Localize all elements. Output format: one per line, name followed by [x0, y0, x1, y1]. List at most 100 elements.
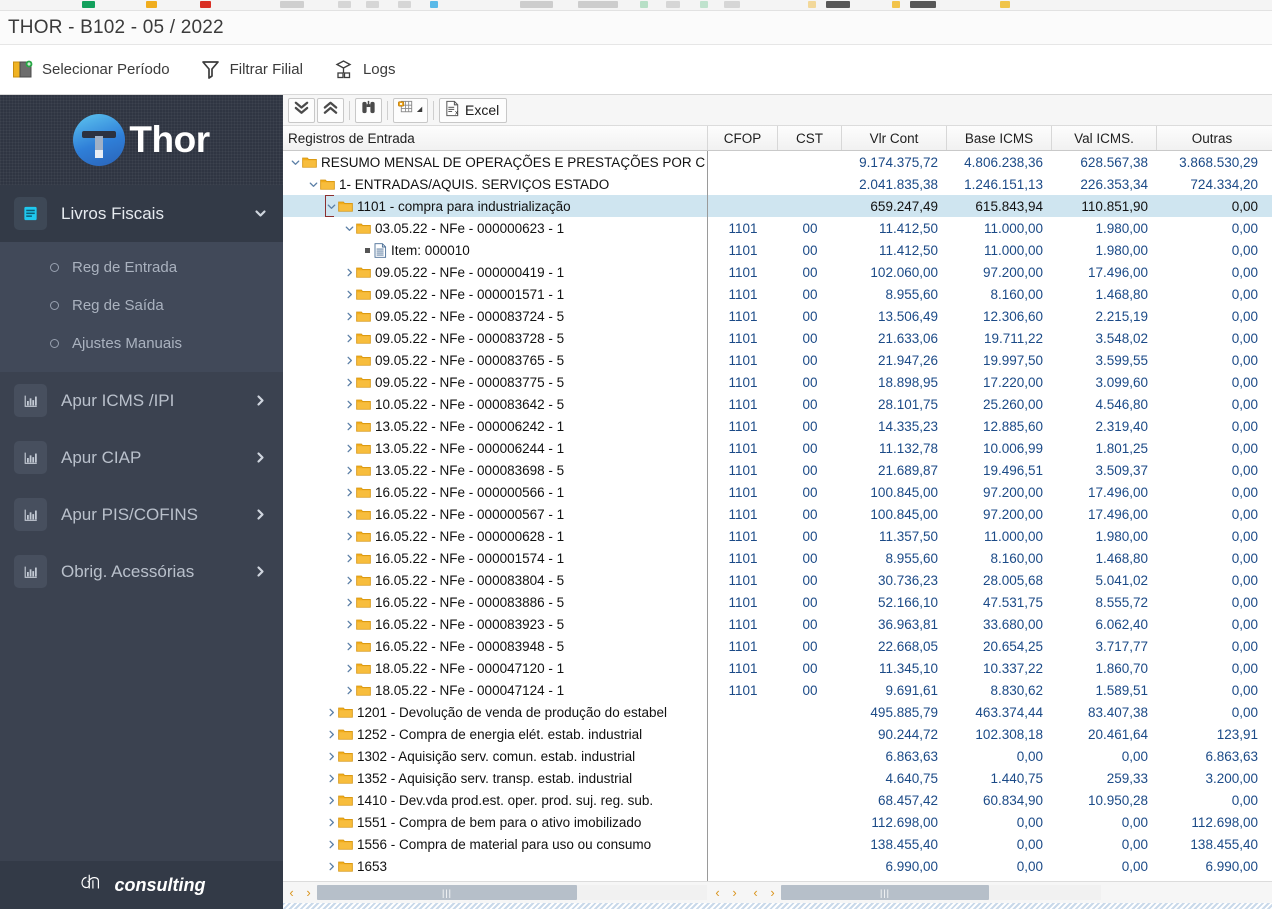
table-row[interactable]: 16.05.22 - NFe - 000083804 - 5 1101 00 30.7…	[283, 569, 1272, 591]
tree-cell[interactable]: 03.05.22 - NFe - 000000623 - 1	[283, 217, 708, 239]
scrollbar-thumb[interactable]: |||	[317, 885, 577, 900]
tree-cell[interactable]: 16.05.22 - NFe - 000083948 - 5	[283, 635, 708, 657]
table-row[interactable]: 16.05.22 - NFe - 000083923 - 5 1101 00 36.9…	[283, 613, 1272, 635]
table-row[interactable]: 09.05.22 - NFe - 000083728 - 5 1101 00 21.6…	[283, 327, 1272, 349]
tree-cell[interactable]: 1551 - Compra de bem para o ativo imobil…	[283, 811, 708, 833]
tree-cell[interactable]: 09.05.22 - NFe - 000000419 - 1	[283, 261, 708, 283]
tree-cell[interactable]: 10.05.22 - NFe - 000083642 - 5	[283, 393, 708, 415]
table-row[interactable]: 16.05.22 - NFe - 000083886 - 5 1101 00 52.1…	[283, 591, 1272, 613]
table-row[interactable]: 1556 - Compra de material para uso ou co…	[283, 833, 1272, 855]
tree-expand-toggle-closed[interactable]	[343, 613, 356, 635]
tree-cell[interactable]: 1302 - Aquisição serv. comun. estab. ind…	[283, 745, 708, 767]
table-row[interactable]: 09.05.22 - NFe - 000001571 - 1 1101 00 8.95…	[283, 283, 1272, 305]
scroll-right-arrow[interactable]: ›	[764, 884, 781, 902]
tree-expand-toggle-closed[interactable]	[343, 569, 356, 591]
layout-settings-button[interactable]	[393, 97, 428, 123]
tree-expand-toggle-open[interactable]	[343, 217, 356, 239]
tree-cell[interactable]: 1- ENTRADAS/AQUIS. SERVIÇOS ESTADO	[283, 173, 708, 195]
table-row[interactable]: 1352 - Aquisição serv. transp. estab. in…	[283, 767, 1272, 789]
table-row[interactable]: 13.05.22 - NFe - 000006242 - 1 1101 00 14.3…	[283, 415, 1272, 437]
sidebar-item-reg-de-entrada[interactable]: Reg de Entrada	[0, 248, 283, 286]
tree-expand-toggle-closed[interactable]	[343, 371, 356, 393]
column-header-vlr-cont[interactable]: Vlr Cont	[842, 126, 947, 150]
tree-expand-toggle-closed[interactable]	[343, 591, 356, 613]
tree-pane-scrollbar-end[interactable]: ‹ ›	[709, 884, 743, 902]
tree-cell[interactable]: 13.05.22 - NFe - 000083698 - 5	[283, 459, 708, 481]
expand-all-button[interactable]	[288, 97, 315, 123]
menu-item-logs[interactable]: Logs	[331, 55, 398, 84]
sidebar-item-apur-icms-ipi[interactable]: Apur ICMS /IPI	[0, 372, 283, 429]
table-row[interactable]: Item: 000010 1101 00 11.412,50 11.000,00 1.98…	[283, 239, 1272, 261]
tree-cell[interactable]: RESUMO MENSAL DE OPERAÇÕES E PRESTAÇÕES …	[283, 151, 708, 173]
sidebar-item-apur-ciap[interactable]: Apur CIAP	[0, 429, 283, 486]
tree-expand-toggle-closed[interactable]	[325, 745, 338, 767]
table-row[interactable]: 16.05.22 - NFe - 000083948 - 5 1101 00 22.6…	[283, 635, 1272, 657]
tree-expand-toggle-closed[interactable]	[343, 635, 356, 657]
table-row[interactable]: 13.05.22 - NFe - 000083698 - 5 1101 00 21.6…	[283, 459, 1272, 481]
tree-cell[interactable]: 16.05.22 - NFe - 000083923 - 5	[283, 613, 708, 635]
tree-expand-toggle-closed[interactable]	[343, 349, 356, 371]
sidebar-item-ajustes-manuais[interactable]: Ajustes Manuais	[0, 324, 283, 362]
table-row[interactable]: 1302 - Aquisição serv. comun. estab. ind…	[283, 745, 1272, 767]
tree-expand-toggle-closed[interactable]	[343, 459, 356, 481]
table-row[interactable]: 09.05.22 - NFe - 000000419 - 1 1101 00 102.…	[283, 261, 1272, 283]
tree-cell[interactable]: 16.05.22 - NFe - 000001574 - 1	[283, 547, 708, 569]
scroll-left-arrow[interactable]: ‹	[709, 884, 726, 902]
scrollbar-track[interactable]: |||	[781, 885, 1101, 900]
find-button[interactable]	[355, 97, 382, 123]
column-header-outras[interactable]: Outras	[1157, 126, 1267, 150]
tree-expand-toggle-closed[interactable]	[343, 415, 356, 437]
export-excel-button[interactable]: x Excel	[439, 97, 508, 123]
tree-expand-toggle-closed[interactable]	[325, 723, 338, 745]
table-row[interactable]: 1551 - Compra de bem para o ativo imobil…	[283, 811, 1272, 833]
tree-cell[interactable]: 1653	[283, 855, 708, 877]
table-row[interactable]: 09.05.22 - NFe - 000083724 - 5 1101 00 13.5…	[283, 305, 1272, 327]
table-row[interactable]: 1101 - compra para industrialização 659.2…	[283, 195, 1272, 217]
column-header-base-icms[interactable]: Base ICMS	[947, 126, 1052, 150]
sidebar-item-livros-fiscais[interactable]: Livros Fiscais	[0, 185, 283, 242]
sidebar-item-apur-pis-cofins[interactable]: Apur PIS/COFINS	[0, 486, 283, 543]
tree-expand-toggle-closed[interactable]	[343, 525, 356, 547]
tree-cell[interactable]: 1252 - Compra de energia elét. estab. in…	[283, 723, 708, 745]
menu-item-filtrar-filial[interactable]: Filtrar Filial	[198, 55, 305, 84]
tree-cell[interactable]: 18.05.22 - NFe - 000047120 - 1	[283, 657, 708, 679]
column-header-cfop[interactable]: CFOP	[708, 126, 778, 150]
tree-cell[interactable]: 09.05.22 - NFe - 000083728 - 5	[283, 327, 708, 349]
tree-expand-toggle-closed[interactable]	[325, 701, 338, 723]
scroll-right-arrow[interactable]: ›	[300, 884, 317, 902]
tree-expand-toggle-closed[interactable]	[343, 283, 356, 305]
table-row[interactable]: 1201 - Devolução de venda de produção do…	[283, 701, 1272, 723]
sidebar-item-obrig-acessorias[interactable]: Obrig. Acessórias	[0, 543, 283, 600]
tree-pane-scrollbar[interactable]: ‹ › |||	[283, 884, 709, 902]
tree-cell[interactable]: 1101 - compra para industrialização	[283, 195, 708, 217]
tree-expand-toggle-open[interactable]	[325, 195, 338, 217]
table-row[interactable]: 10.05.22 - NFe - 000083642 - 5 1101 00 28.1…	[283, 393, 1272, 415]
tree-expand-toggle-closed[interactable]	[343, 261, 356, 283]
table-row[interactable]: 13.05.22 - NFe - 000006244 - 1 1101 00 11.1…	[283, 437, 1272, 459]
table-row[interactable]: 18.05.22 - NFe - 000047120 - 1 1101 00 11.3…	[283, 657, 1272, 679]
tree-expand-toggle-closed[interactable]	[325, 833, 338, 855]
tree-cell[interactable]: 16.05.22 - NFe - 000083886 - 5	[283, 591, 708, 613]
tree-cell[interactable]: 1556 - Compra de material para uso ou co…	[283, 833, 708, 855]
tree-cell[interactable]: 16.05.22 - NFe - 000000566 - 1	[283, 481, 708, 503]
tree-cell[interactable]: 09.05.22 - NFe - 000001571 - 1	[283, 283, 708, 305]
tree-expand-toggle-closed[interactable]	[343, 393, 356, 415]
table-row[interactable]: 16.05.22 - NFe - 000000628 - 1 1101 00 11.3…	[283, 525, 1272, 547]
table-row[interactable]: 03.05.22 - NFe - 000000623 - 1 1101 00 11.4…	[283, 217, 1272, 239]
tree-expand-toggle-closed[interactable]	[343, 503, 356, 525]
tree-expand-toggle-closed[interactable]	[325, 789, 338, 811]
tree-expand-toggle-closed[interactable]	[325, 811, 338, 833]
tree-cell[interactable]: 1410 - Dev.vda prod.est. oper. prod. suj…	[283, 789, 708, 811]
column-header-registros-de-entrada[interactable]: Registros de Entrada	[283, 126, 708, 150]
table-row[interactable]: RESUMO MENSAL DE OPERAÇÕES E PRESTAÇÕES …	[283, 151, 1272, 173]
tree-cell[interactable]: 1201 - Devolução de venda de produção do…	[283, 701, 708, 723]
tree-cell[interactable]: 18.05.22 - NFe - 000047124 - 1	[283, 679, 708, 701]
tree-cell[interactable]: 16.05.22 - NFe - 000000628 - 1	[283, 525, 708, 547]
tree-cell[interactable]: 13.05.22 - NFe - 000006242 - 1	[283, 415, 708, 437]
table-row[interactable]: 18.05.22 - NFe - 000047124 - 1 1101 00 9.69…	[283, 679, 1272, 701]
tree-expand-toggle-open[interactable]	[289, 151, 302, 173]
column-header-val-icms[interactable]: Val ICMS.	[1052, 126, 1157, 150]
tree-expand-toggle-closed[interactable]	[325, 855, 338, 877]
tree-cell[interactable]: 16.05.22 - NFe - 000083804 - 5	[283, 569, 708, 591]
table-row[interactable]: 1653 6.990,00 0,00 0,00 6.990,00	[283, 855, 1272, 877]
